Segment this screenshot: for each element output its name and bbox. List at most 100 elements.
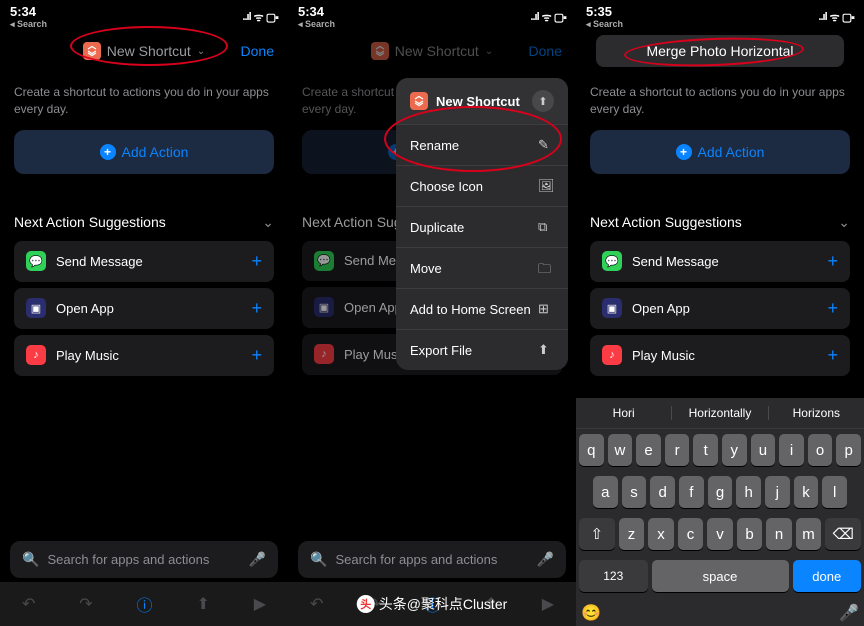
folder-icon: 🗀 [538, 260, 554, 276]
shortcut-app-icon [371, 42, 389, 60]
menu-move[interactable]: Move🗀 [396, 247, 568, 288]
key-k[interactable]: k [794, 476, 819, 508]
key-j[interactable]: j [765, 476, 790, 508]
play-icon[interactable]: ▶ [254, 594, 266, 614]
key-q[interactable]: q [579, 434, 604, 466]
redo-icon[interactable]: ↷ [79, 594, 92, 614]
key-b[interactable]: b [737, 518, 763, 550]
share-icon[interactable]: ⬆ [196, 594, 209, 614]
undo-icon[interactable]: ↶ [310, 594, 323, 614]
add-suggestion-icon[interactable]: + [251, 345, 262, 366]
search-bar[interactable]: 🔍 Search for apps and actions 🎤 [10, 541, 278, 578]
messages-icon: 💬 [314, 251, 334, 271]
key-c[interactable]: c [678, 518, 704, 550]
key-o[interactable]: o [808, 434, 833, 466]
add-suggestion-icon[interactable]: + [827, 345, 838, 366]
key-t[interactable]: t [693, 434, 718, 466]
mic-icon[interactable]: 🎤 [249, 551, 266, 568]
key-g[interactable]: g [708, 476, 733, 508]
share-button[interactable]: ⬆ [532, 90, 554, 112]
emoji-icon[interactable]: 😊 [579, 603, 603, 623]
menu-export[interactable]: Export File⬆ [396, 329, 568, 370]
key-r[interactable]: r [665, 434, 690, 466]
add-action-label: Add Action [122, 144, 189, 160]
key-123[interactable]: 123 [579, 560, 648, 592]
menu-duplicate[interactable]: Duplicate⧉ [396, 206, 568, 247]
play-icon[interactable]: ▶ [542, 594, 554, 614]
shortcut-name-input[interactable] [596, 35, 844, 67]
watermark-text: 头条@聚科点Cluster [379, 594, 508, 614]
key-y[interactable]: y [722, 434, 747, 466]
mic-icon[interactable]: 🎤 [837, 603, 861, 623]
wifi-icon: ᯤ [254, 10, 263, 25]
status-time: 5:34 [298, 4, 324, 19]
key-n[interactable]: n [766, 518, 792, 550]
mic-icon[interactable]: 🎤 [537, 551, 554, 568]
kb-suggest-3[interactable]: Horizons [769, 406, 864, 420]
kb-suggest-2[interactable]: Horizontally [672, 406, 768, 420]
key-backspace[interactable]: ⌫ [825, 518, 861, 550]
add-action-button[interactable]: + Add Action [590, 130, 850, 174]
suggestion-open-app[interactable]: ▣Open App + [14, 288, 274, 329]
suggestion-send-message[interactable]: 💬Send Message + [14, 241, 274, 282]
status-back-label[interactable]: ◂ Search [10, 19, 47, 30]
key-shift[interactable]: ⇧ [579, 518, 615, 550]
key-space[interactable]: space [652, 560, 789, 592]
key-v[interactable]: v [707, 518, 733, 550]
menu-header: New Shortcut ⬆ [396, 78, 568, 124]
key-f[interactable]: f [679, 476, 704, 508]
section-title[interactable]: Next Action Suggestions ⌄ [0, 174, 288, 241]
menu-rename[interactable]: Rename✎ [396, 124, 568, 165]
key-x[interactable]: x [648, 518, 674, 550]
suggestion-label: Play Music [56, 348, 119, 363]
chevron-down-icon: ⌄ [485, 46, 493, 57]
section-title[interactable]: Next Action Suggestions ⌄ [576, 174, 864, 241]
status-back-label[interactable]: ◂ Search [298, 19, 335, 30]
key-w[interactable]: w [608, 434, 633, 466]
plus-circle-icon: + [676, 144, 692, 160]
done-button[interactable]: Done [529, 43, 562, 59]
key-z[interactable]: z [619, 518, 645, 550]
menu-choose-icon[interactable]: Choose Icon🖼 [396, 165, 568, 206]
key-s[interactable]: s [622, 476, 647, 508]
done-button[interactable]: Done [241, 43, 274, 59]
suggestion-send-message[interactable]: 💬Send Message + [590, 241, 850, 282]
wifi-icon: ᯤ [830, 10, 839, 25]
shortcut-title-button[interactable]: New Shortcut ⌄ [83, 42, 205, 60]
suggestion-play-music[interactable]: ♪Play Music + [590, 335, 850, 376]
status-icons: ..ıl ᯤ ▢▪ [818, 10, 854, 25]
signal-icon: ..ıl [530, 11, 538, 23]
key-a[interactable]: a [593, 476, 618, 508]
key-done[interactable]: done [793, 560, 862, 592]
key-h[interactable]: h [736, 476, 761, 508]
menu-add-home[interactable]: Add to Home Screen⊞ [396, 288, 568, 329]
add-suggestion-icon[interactable]: + [251, 298, 262, 319]
key-e[interactable]: e [636, 434, 661, 466]
suggestion-label: Open App [56, 301, 114, 316]
status-bar: 5:34 ◂ Search ..ıl ᯤ ▢▪ [0, 0, 288, 30]
search-bar[interactable]: 🔍 Search for apps and actions 🎤 [298, 541, 566, 578]
status-icons: ..ıl ᯤ ▢▪ [530, 10, 566, 25]
key-d[interactable]: d [650, 476, 675, 508]
add-action-button[interactable]: + Add Action [14, 130, 274, 174]
info-icon[interactable]: ⓘ [137, 592, 153, 616]
key-l[interactable]: l [822, 476, 847, 508]
key-m[interactable]: m [796, 518, 822, 550]
key-p[interactable]: p [836, 434, 861, 466]
add-suggestion-icon[interactable]: + [251, 251, 262, 272]
suggestion-play-music[interactable]: ♪Play Music + [14, 335, 274, 376]
add-suggestion-icon[interactable]: + [827, 251, 838, 272]
search-icon: 🔍 [22, 551, 39, 568]
add-suggestion-icon[interactable]: + [827, 298, 838, 319]
wifi-icon: ᯤ [542, 10, 551, 25]
shortcut-title-button[interactable]: New Shortcut ⌄ [371, 42, 493, 60]
search-icon: 🔍 [310, 551, 327, 568]
key-u[interactable]: u [751, 434, 776, 466]
suggestion-open-app[interactable]: ▣Open App + [590, 288, 850, 329]
suggestion-label: Open App [344, 300, 402, 315]
key-i[interactable]: i [779, 434, 804, 466]
pencil-icon: ✎ [538, 137, 554, 153]
kb-suggest-1[interactable]: Hori [576, 406, 672, 420]
status-back-label[interactable]: ◂ Search [586, 19, 623, 30]
undo-icon[interactable]: ↶ [22, 594, 35, 614]
